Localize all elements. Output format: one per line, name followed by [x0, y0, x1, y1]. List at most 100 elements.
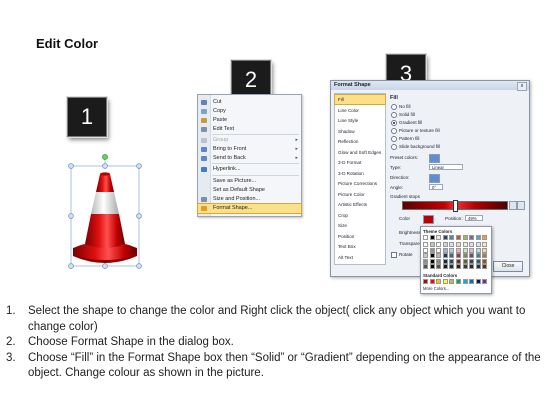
menu-item-set-as-default-shape[interactable]: Set as Default Shape [198, 186, 301, 195]
theme-color-swatch[interactable] [462, 235, 468, 240]
standard-color-swatch[interactable] [429, 279, 435, 284]
theme-shade-swatch[interactable] [482, 247, 488, 253]
theme-shade-swatch[interactable] [475, 242, 481, 247]
theme-shade-swatch[interactable] [423, 247, 428, 253]
theme-shade-swatch[interactable] [429, 242, 435, 247]
gradient-stop-handle[interactable] [453, 200, 458, 212]
theme-color-swatch[interactable] [456, 235, 461, 240]
theme-shade-swatch[interactable] [429, 258, 435, 264]
menu-item-cut[interactable]: Cut [198, 98, 301, 107]
theme-shade-swatch[interactable] [482, 242, 488, 247]
menu-item-paste[interactable]: Paste [198, 116, 301, 125]
category-picture-color[interactable]: Picture Color [335, 190, 385, 199]
category-fill[interactable]: Fill [334, 94, 386, 105]
fill-option-radio[interactable] [391, 128, 397, 134]
menu-item-save-as-picture[interactable]: Save as Picture... [198, 177, 301, 186]
angle-input[interactable]: 0° [429, 184, 443, 190]
menu-item-edit-text[interactable]: Edit Text [198, 125, 301, 134]
theme-shade-swatch[interactable] [462, 258, 468, 264]
theme-shade-swatch[interactable] [482, 258, 488, 264]
theme-color-swatch[interactable] [482, 235, 488, 240]
category-crop[interactable]: Crop [335, 211, 385, 220]
theme-shade-swatch[interactable] [456, 253, 461, 259]
preset-colors-dropdown[interactable] [429, 154, 440, 163]
theme-shade-swatch[interactable] [456, 242, 461, 247]
fill-option-radio[interactable] [391, 104, 397, 110]
theme-shade-swatch[interactable] [442, 242, 448, 247]
theme-color-swatch[interactable] [429, 235, 435, 240]
standard-color-swatch[interactable] [482, 279, 488, 284]
standard-color-swatch[interactable] [442, 279, 448, 284]
theme-shade-swatch[interactable] [436, 242, 442, 247]
category-reflection[interactable]: Reflection [335, 137, 385, 146]
close-button[interactable]: Close [493, 261, 523, 272]
theme-shade-swatch[interactable] [475, 264, 481, 270]
standard-color-swatch[interactable] [475, 279, 481, 284]
menu-item-group[interactable]: Group ▸ [198, 136, 301, 145]
direction-dropdown[interactable] [429, 174, 440, 183]
standard-color-swatch[interactable] [462, 279, 468, 284]
theme-shade-swatch[interactable] [469, 264, 475, 270]
theme-shade-swatch[interactable] [423, 258, 428, 264]
theme-shade-swatch[interactable] [423, 253, 428, 259]
standard-color-swatch[interactable] [436, 279, 442, 284]
category-line-style[interactable]: Line Style [335, 116, 385, 125]
theme-shade-swatch[interactable] [482, 253, 488, 259]
theme-shade-swatch[interactable] [429, 264, 435, 270]
menu-item-size-and-position[interactable]: Size and Position... [198, 195, 301, 204]
theme-shade-swatch[interactable] [436, 264, 442, 270]
fill-option-radio[interactable] [391, 136, 397, 142]
theme-shade-swatch[interactable] [423, 264, 428, 270]
theme-shade-swatch[interactable] [442, 247, 448, 253]
menu-item-hyperlink[interactable]: Hyperlink... [198, 165, 301, 174]
menu-item-format-shape[interactable]: Format Shape... [197, 203, 302, 214]
theme-color-swatch[interactable] [449, 235, 455, 240]
category-alt-text[interactable]: Alt Text [335, 253, 385, 262]
menu-item-send-to-back[interactable]: Send to Back ▸ [198, 154, 301, 163]
standard-color-swatch[interactable] [456, 279, 461, 284]
theme-color-swatch[interactable] [469, 235, 475, 240]
theme-shade-swatch[interactable] [442, 264, 448, 270]
theme-shade-swatch[interactable] [469, 253, 475, 259]
category-size[interactable]: Size [335, 221, 385, 230]
menu-item-copy[interactable]: Copy [198, 107, 301, 116]
theme-shade-swatch[interactable] [456, 247, 461, 253]
theme-shade-swatch[interactable] [469, 258, 475, 264]
position-input[interactable]: 49% [465, 215, 483, 221]
category-line-color[interactable]: Line Color [335, 106, 385, 115]
category-shadow[interactable]: Shadow [335, 127, 385, 136]
theme-shade-swatch[interactable] [462, 253, 468, 259]
theme-color-swatch[interactable] [475, 235, 481, 240]
category-position[interactable]: Position [335, 232, 385, 241]
theme-color-swatch[interactable] [423, 235, 428, 240]
theme-shade-swatch[interactable] [449, 242, 455, 247]
theme-shade-swatch[interactable] [449, 253, 455, 259]
remove-stop-button[interactable] [517, 201, 525, 210]
category-picture-corrections[interactable]: Picture Corrections [335, 179, 385, 188]
theme-shade-swatch[interactable] [456, 264, 461, 270]
rotate-checkbox[interactable] [391, 252, 397, 258]
theme-shade-swatch[interactable] [475, 253, 481, 259]
theme-shade-swatch[interactable] [429, 247, 435, 253]
more-colors-link[interactable]: More Colors... [423, 286, 449, 291]
theme-shade-swatch[interactable] [449, 264, 455, 270]
traffic-cone-shape[interactable] [63, 152, 147, 276]
theme-color-swatch[interactable] [442, 235, 448, 240]
menu-item-bring-to-front[interactable]: Bring to Front ▸ [198, 145, 301, 154]
theme-shade-swatch[interactable] [462, 247, 468, 253]
category-glow-and-soft-edges[interactable]: Glow and Soft Edges [335, 148, 385, 157]
theme-shade-swatch[interactable] [442, 258, 448, 264]
theme-shade-swatch[interactable] [462, 242, 468, 247]
type-select[interactable]: Linear [429, 164, 463, 170]
category-text-box[interactable]: Text Box [335, 242, 385, 251]
theme-shade-swatch[interactable] [469, 247, 475, 253]
theme-shade-swatch[interactable] [475, 258, 481, 264]
dialog-close-icon[interactable]: x [517, 82, 527, 91]
theme-shade-swatch[interactable] [482, 264, 488, 270]
theme-shade-swatch[interactable] [429, 253, 435, 259]
theme-shade-swatch[interactable] [469, 242, 475, 247]
theme-shade-swatch[interactable] [436, 253, 442, 259]
category-3-d-format[interactable]: 3-D Format [335, 158, 385, 167]
theme-shade-swatch[interactable] [475, 247, 481, 253]
standard-color-swatch[interactable] [423, 279, 428, 284]
